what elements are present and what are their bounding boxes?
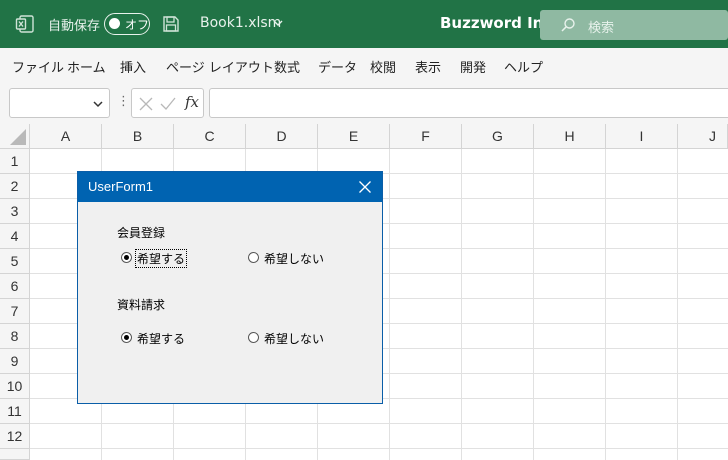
group-label-membership: 会員登録 [117,226,166,240]
menu-data[interactable]: データ [318,57,357,76]
menu-home[interactable]: ホーム [67,57,106,76]
column-header-i[interactable]: I [606,124,678,149]
row-header-1[interactable]: 1 [0,149,30,174]
row-header-11[interactable]: 11 [0,399,30,424]
radio-circle [248,332,259,343]
cancel-icon[interactable] [139,97,153,111]
radio-circle [248,252,259,263]
more-options-icon[interactable]: ⋮ [117,94,130,109]
excel-app-icon[interactable] [15,14,35,34]
save-icon[interactable] [162,15,180,33]
row-header-5[interactable]: 5 [0,249,30,274]
autosave-label: 自動保存 [48,19,101,34]
row-header-2[interactable]: 2 [0,174,30,199]
row-header-3[interactable]: 3 [0,199,30,224]
formula-input[interactable] [209,88,728,118]
grid-line [389,149,390,460]
column-header-j[interactable]: J [678,124,728,149]
row-header-7[interactable]: 7 [0,299,30,324]
column-header-g[interactable]: G [462,124,534,149]
close-icon[interactable] [357,179,373,195]
userform-title-bar[interactable]: UserForm1 [78,172,382,202]
grid-line [605,149,606,460]
grid-line [461,149,462,460]
grid-line [30,448,728,449]
name-box[interactable] [9,88,110,118]
select-all-triangle [10,129,26,145]
menu-view[interactable]: 表示 [415,57,441,76]
radio-label: 希望する [137,332,186,346]
grid-line [533,149,534,460]
chevron-down-icon[interactable] [93,99,103,109]
search-placeholder: 検索 [588,21,615,36]
menu-help[interactable]: ヘルプ [504,57,543,76]
toggle-knob [109,18,120,29]
formula-bar: ⋮ fx [0,82,728,124]
radio-label: 希望しない [264,252,325,266]
column-header-e[interactable]: E [318,124,390,149]
row-header-4[interactable]: 4 [0,224,30,249]
radio-label: 希望する [134,249,188,268]
menu-formulas[interactable]: 数式 [274,57,300,76]
ribbon-menu-bar: ファイル ホーム 挿入 ページ レイアウト 数式 データ 校閲 表示 開発 ヘル… [0,48,728,82]
group-label-brochure: 資料請求 [117,298,166,312]
file-name[interactable]: Book1.xlsm [200,15,281,31]
menu-file[interactable]: ファイル [12,57,64,76]
radio-circle [121,332,132,343]
row-header-6[interactable]: 6 [0,274,30,299]
formula-tools: fx [131,88,204,118]
radio-dot [124,255,129,260]
column-header-a[interactable]: A [30,124,102,149]
userform-dialog: UserForm1 会員登録 希望する 希望しない 資料請求 希望する 希望しな… [77,171,383,404]
radio-label: 希望しない [264,332,325,346]
search-box[interactable]: 検索 [540,10,728,40]
column-header-c[interactable]: C [174,124,246,149]
row-header-13[interactable] [0,449,30,460]
row-header-12[interactable]: 12 [0,424,30,449]
column-header-h[interactable]: H [534,124,606,149]
row-header-8[interactable]: 8 [0,324,30,349]
title-bar: 自動保存 オフ Book1.xlsm Buzzword Inc. 検索 [0,0,728,48]
userform-title: UserForm1 [88,179,154,194]
autosave-toggle[interactable]: オフ [104,13,150,35]
select-all-button[interactable] [0,124,30,149]
menu-insert[interactable]: 挿入 [120,57,146,76]
column-header-b[interactable]: B [102,124,174,149]
column-header-f[interactable]: F [390,124,462,149]
radio-dot [124,335,129,340]
insert-function-button[interactable]: fx [185,93,199,111]
radio-circle [121,252,132,263]
row-header-10[interactable]: 10 [0,374,30,399]
chevron-down-icon[interactable] [272,17,284,29]
column-header-d[interactable]: D [246,124,318,149]
search-icon [561,18,575,32]
autosave-state: オフ [125,18,150,32]
menu-page-layout[interactable]: ページ レイアウト [166,57,274,76]
menu-developer[interactable]: 開発 [460,57,486,76]
grid-line [677,149,678,460]
enter-check-icon[interactable] [160,97,176,111]
menu-review[interactable]: 校閲 [370,57,396,76]
row-header-9[interactable]: 9 [0,349,30,374]
grid-line [30,423,728,424]
